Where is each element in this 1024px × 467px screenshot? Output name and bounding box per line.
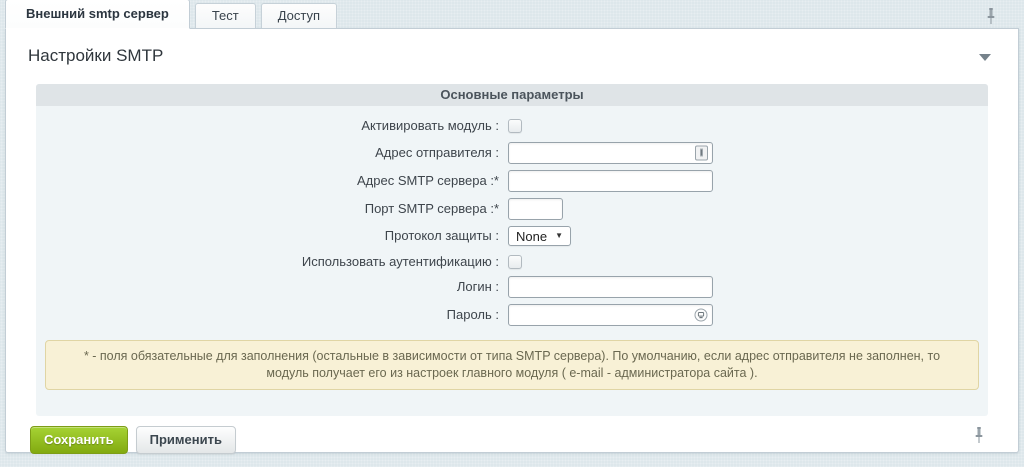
field-label-password: Пароль : (36, 307, 508, 323)
save-button[interactable]: Сохранить (30, 426, 128, 454)
form-row-smtp-address: Адрес SMTP сервера :* (36, 170, 988, 192)
field-label-use-auth: Использовать аутентификацию : (36, 254, 508, 270)
use-authentication-checkbox[interactable] (508, 255, 522, 269)
security-protocol-select[interactable]: None ▼ (508, 226, 571, 246)
form-row-login: Логин : (36, 276, 988, 298)
form-container: Основные параметры Активировать модуль :… (36, 84, 988, 416)
section-header: Основные параметры (36, 84, 988, 106)
settings-panel: Настройки SMTP Основные параметры Активи… (5, 28, 1019, 453)
field-label-smtp-address: Адрес SMTP сервера :* (36, 173, 508, 189)
field-label-sender-address: Адрес отправителя : (36, 145, 508, 161)
form-row-sender-address: Адрес отправителя : (36, 142, 988, 164)
smtp-server-address-input[interactable] (508, 170, 713, 192)
form-row-activate-module: Активировать модуль : (36, 118, 988, 134)
field-label-login: Логин : (36, 279, 508, 295)
password-input[interactable] (508, 304, 713, 326)
activate-module-checkbox[interactable] (508, 119, 522, 133)
required-fields-note: * - поля обязательные для заполнения (ос… (45, 340, 979, 390)
pin-icon (985, 7, 997, 25)
field-label-activate-module: Активировать модуль : (36, 118, 508, 134)
apply-button[interactable]: Применить (136, 426, 236, 454)
login-input[interactable] (508, 276, 713, 298)
insert-value-icon[interactable] (695, 146, 708, 161)
action-bar: Сохранить Применить (6, 416, 1018, 454)
form-row-smtp-port: Порт SMTP сервера :* (36, 198, 988, 220)
smtp-server-port-input[interactable] (508, 198, 563, 220)
collapse-section-icon[interactable] (979, 54, 991, 61)
form-row-password: Пароль : (36, 304, 988, 326)
security-protocol-selected-value: None (516, 229, 547, 244)
pin-icon[interactable] (985, 7, 997, 28)
pin-icon[interactable] (973, 426, 985, 447)
form-rows: Активировать модуль : Адрес отправителя … (36, 106, 988, 326)
tab-bar: Внешний smtp сервер Тест Доступ (0, 0, 1024, 28)
sender-address-input[interactable] (508, 142, 713, 164)
field-label-smtp-port: Порт SMTP сервера :* (36, 201, 508, 217)
panel-header: Настройки SMTP (6, 29, 1018, 68)
tab-external-smtp-server[interactable]: Внешний smtp сервер (5, 0, 190, 29)
tab-access[interactable]: Доступ (261, 3, 337, 28)
page-title: Настройки SMTP (28, 46, 163, 66)
chevron-down-icon: ▼ (555, 232, 563, 240)
form-row-use-auth: Использовать аутентификацию : (36, 254, 988, 270)
virtual-keyboard-icon[interactable] (694, 308, 708, 322)
field-label-security-protocol: Протокол защиты : (36, 228, 508, 244)
tab-test[interactable]: Тест (195, 3, 256, 28)
form-row-security-protocol: Протокол защиты : None ▼ (36, 226, 988, 246)
